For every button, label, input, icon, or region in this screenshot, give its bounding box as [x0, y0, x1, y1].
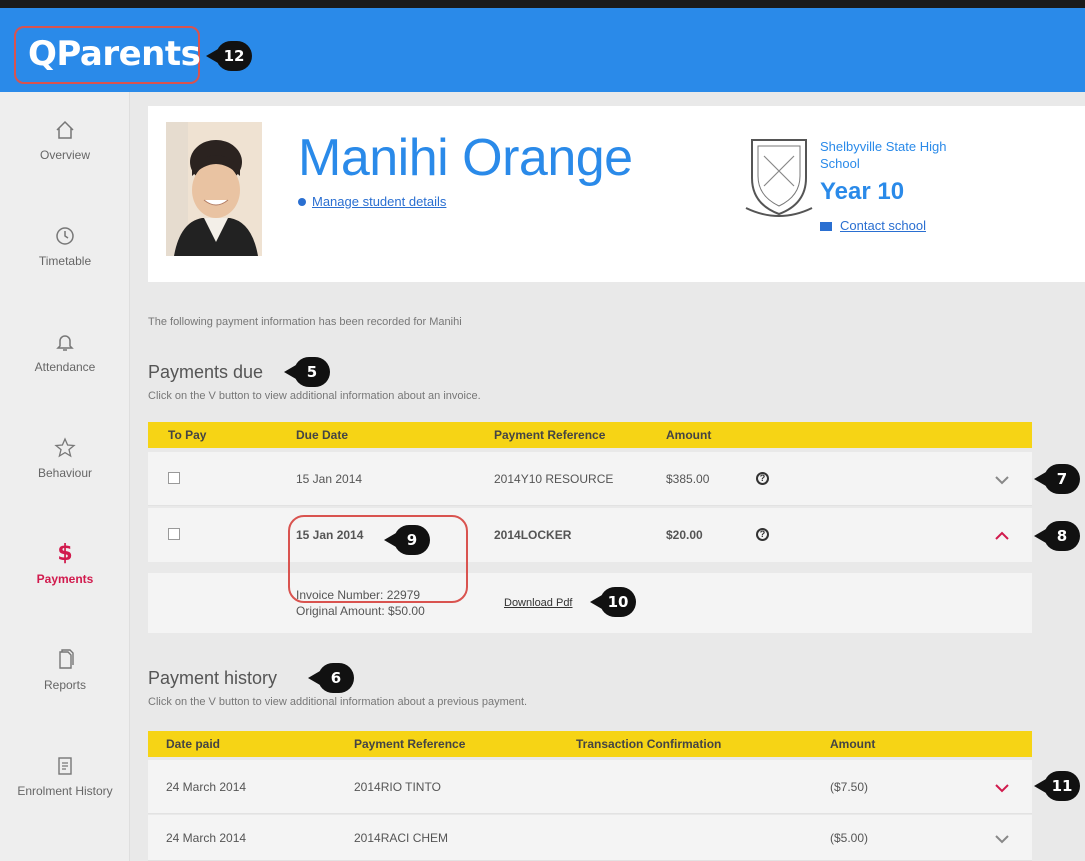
year-level: Year 10: [820, 178, 905, 205]
sidebar-item-behaviour[interactable]: Behaviour: [0, 436, 130, 536]
payment-history-subtitle: Click on the V button to view additional…: [148, 696, 528, 708]
document-icon: [58, 757, 72, 775]
table-row: 15 Jan 2014 2014Y10 RESOURCE $385.00 ?: [148, 452, 1032, 506]
column-header: Date paid: [166, 737, 221, 751]
bell-icon: [56, 335, 74, 351]
home-icon: [56, 120, 74, 139]
amount: ($7.50): [830, 780, 869, 794]
payment-reference: 2014RACI CHEM: [354, 831, 449, 845]
callout-8: 8: [1034, 521, 1080, 551]
date-paid: 24 March 2014: [166, 780, 247, 794]
star-icon: [54, 437, 76, 458]
sidebar-item-label: Payments: [36, 572, 94, 586]
student-photo: [166, 122, 262, 256]
payment-history-title: Payment history: [148, 668, 278, 688]
column-header: Payment Reference: [354, 737, 466, 751]
due-date-highlight: [288, 515, 468, 603]
table-row: 24 March 2014 2014RACI CHEM ($5.00): [148, 815, 1032, 861]
table-row: 15 Jan 2014 2014LOCKER $20.00 ?: [148, 508, 1032, 562]
callout-12: 12: [206, 41, 252, 71]
column-header: Payment Reference: [494, 428, 606, 442]
callout-11: 11: [1034, 771, 1080, 801]
callout-7: 7: [1034, 464, 1080, 494]
original-amount: Original Amount: $50.00: [296, 604, 425, 618]
student-name: Manihi Orange: [298, 129, 633, 187]
dollar-icon: $: [57, 541, 73, 566]
table-row: 24 March 2014 2014RIO TINTO ($7.50): [148, 760, 1032, 814]
payment-reference: 2014RIO TINTO: [354, 780, 441, 794]
callout-9: 9: [384, 525, 430, 555]
top-bar: QParents 12: [0, 0, 1085, 92]
settings-icon: [298, 198, 306, 206]
payment-reference: 2014Y10 RESOURCE: [494, 472, 614, 486]
amount: $385.00: [666, 472, 710, 486]
payments-due-title: Payments due: [148, 362, 264, 382]
sidebar-item-overview[interactable]: Overview: [0, 118, 130, 218]
help-icon[interactable]: ?: [756, 472, 769, 485]
qparents-logo[interactable]: QParents: [28, 34, 201, 74]
help-icon[interactable]: ?: [756, 528, 769, 541]
manage-link-label: Manage student details: [312, 194, 447, 209]
chevron-up-icon[interactable]: [994, 530, 1010, 542]
sidebar-item-payments[interactable]: $ Payments: [0, 542, 130, 642]
sidebar-item-reports[interactable]: Reports: [0, 648, 130, 748]
date-paid: 24 March 2014: [166, 831, 247, 845]
to-pay-checkbox[interactable]: [168, 528, 180, 540]
amount: ($5.00): [830, 831, 869, 845]
sidebar-item-label: Enrolment History: [17, 784, 113, 798]
school-crest-logo: [745, 139, 813, 217]
mail-icon: [820, 222, 832, 232]
sidebar-item-label: Timetable: [38, 254, 92, 268]
sidebar-item-label: Reports: [43, 678, 87, 692]
column-header: To Pay: [168, 428, 207, 442]
sidebar: Overview Timetable Attendance Behaviour …: [0, 92, 130, 861]
payments-due-header: To Pay Due Date Payment Reference Amount: [148, 422, 1032, 448]
column-header: Amount: [830, 737, 876, 751]
sidebar-item-label: Attendance: [34, 360, 96, 374]
column-header: Due Date: [296, 428, 349, 442]
contact-school-link[interactable]: Contact school: [820, 218, 926, 233]
column-header: Transaction Confirmation: [576, 737, 722, 751]
column-header: Amount: [666, 428, 712, 442]
due-date: 15 Jan 2014: [296, 472, 363, 486]
callout-10: 10: [590, 587, 636, 617]
sidebar-item-attendance[interactable]: Attendance: [0, 330, 130, 430]
sidebar-item-label: Behaviour: [37, 466, 93, 480]
payment-history-header: Date paid Payment Reference Transaction …: [148, 731, 1032, 757]
sidebar-item-timetable[interactable]: Timetable: [0, 224, 130, 324]
callout-5: 5: [284, 357, 330, 387]
payments-due-subtitle: Click on the V button to view additional…: [148, 390, 481, 402]
amount: $20.00: [666, 528, 703, 542]
contact-link-label: Contact school: [840, 218, 926, 233]
sidebar-item-enrolment-history[interactable]: Enrolment History: [0, 754, 130, 854]
sidebar-item-label: Overview: [39, 148, 90, 162]
callout-6: 6: [308, 663, 354, 693]
intro-text: The following payment information has be…: [148, 316, 462, 328]
report-icon: [59, 649, 74, 669]
chevron-down-icon[interactable]: [994, 474, 1010, 486]
chevron-down-icon[interactable]: [994, 782, 1010, 794]
school-name: Shelbyville State High School: [820, 139, 947, 171]
download-pdf-link[interactable]: Download Pdf: [504, 597, 573, 609]
to-pay-checkbox[interactable]: [168, 472, 180, 484]
student-profile-card: Manihi Orange Manage student details She…: [148, 106, 1085, 282]
clock-icon: [56, 227, 74, 245]
manage-student-details-link[interactable]: Manage student details: [298, 194, 446, 209]
payment-reference: 2014LOCKER: [494, 528, 572, 542]
chevron-down-icon[interactable]: [994, 833, 1010, 845]
